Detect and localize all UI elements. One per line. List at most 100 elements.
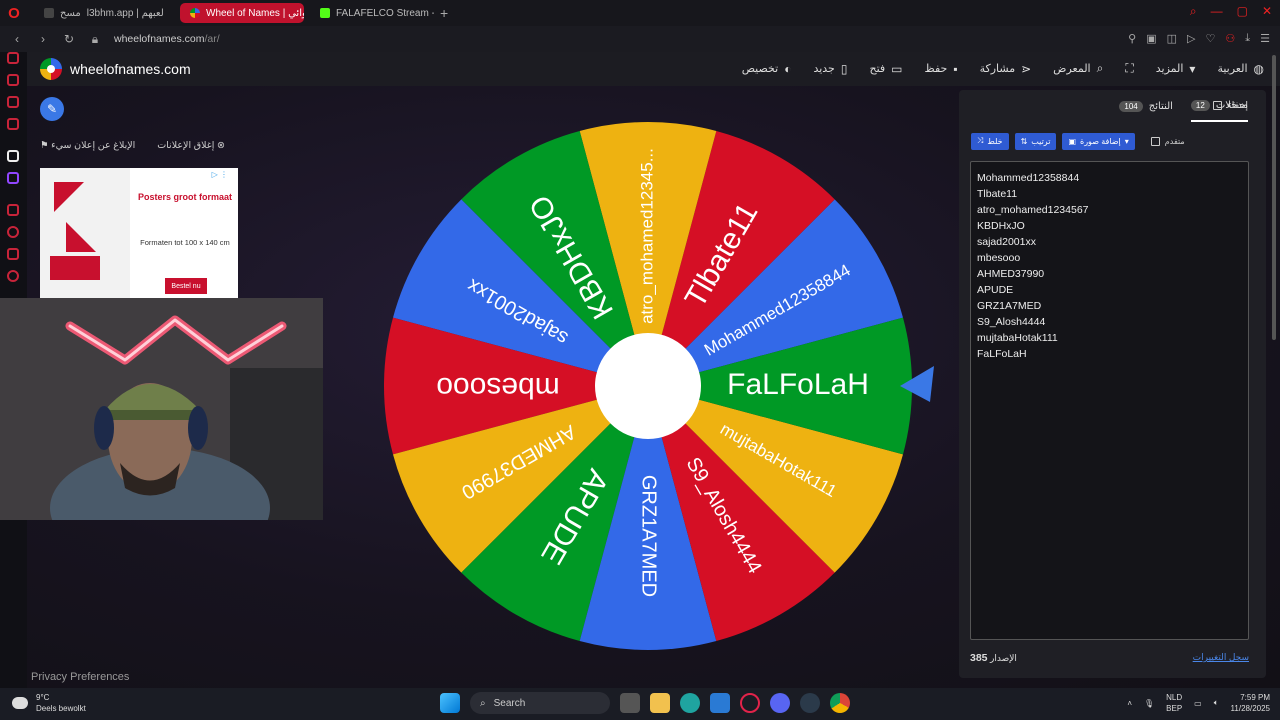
menu-save[interactable]: ▪ حفظ [925,61,958,76]
site-title[interactable]: wheelofnames.com [70,61,191,77]
heart-icon[interactable]: ♡ [1206,32,1216,45]
sort-icon: ⇅ [1020,136,1028,146]
tab-wheel-of-names[interactable]: Wheel of Names | عشوائي [180,3,304,23]
tab-l3bhm[interactable]: مسح l3bhm.app | لعبهم [34,3,174,23]
wheel-container[interactable]: Mohammed12358844 Tlbate11 atro_mohamed1234… [376,114,936,659]
menu-customize[interactable]: ◐ تخصيص [742,61,792,76]
sidebar-app-icon[interactable] [7,150,19,162]
entries-count-badge: 12 [1190,99,1210,111]
report-ad-link[interactable]: ⚑ الإبلاغ عن إعلان سيء [40,140,135,151]
taskbar-apps: ⌕ Search [440,692,850,714]
menu-fullscreen[interactable]: ⛶ [1125,61,1133,76]
download-icon[interactable]: ⤓ [1245,32,1250,45]
wheel-center-button[interactable] [595,333,701,439]
menu-language[interactable]: ◍ العربية [1217,61,1264,76]
ad-title: Posters groot formaat [137,192,233,202]
menu-more[interactable]: ▾ المزيد [1156,61,1196,76]
forward-icon[interactable]: › [34,32,52,46]
changelog-link[interactable]: سجل التغييرات [1193,652,1249,664]
edit-pencil-button[interactable]: ✎ [40,97,64,121]
chevron-up-icon[interactable]: ˄ [1127,699,1132,708]
wheel-segment-label: atro_mohamed12345... [637,148,656,324]
sort-button[interactable]: ⇅ ترتيب [1014,132,1057,150]
opera-gx-icon[interactable] [740,693,760,713]
menu-share[interactable]: ⋖ مشاركة [980,61,1032,76]
chrome-icon[interactable] [830,693,850,713]
checkbox-box[interactable] [1150,136,1160,146]
network-icon[interactable]: ▭ [1194,699,1202,708]
file-explorer-icon[interactable] [650,693,670,713]
back-icon[interactable]: ‹ [8,32,26,46]
shuffle-button[interactable]: ⤨ خلط [971,132,1009,150]
close-ads-link[interactable]: إغلاق الإعلانات ⊗ [157,140,225,151]
clock[interactable]: 7:59 PM 11/28/2025 [1231,692,1270,714]
list-item: S9_Alosh4444 [977,316,1046,328]
add-image-button[interactable]: ▣ إضافة صورة ▾ [1062,132,1135,150]
advertisement[interactable]: ▷ ⋮ Posters groot formaat Formaten tot 1… [40,168,238,298]
mic-icon[interactable]: 🎙︎ [1144,699,1154,708]
sidebar-app-icon[interactable] [7,52,19,64]
version-label: الإصدار [990,653,1017,663]
version-number: 385 [970,652,988,664]
close-ads-label: إغلاق الإعلانات [157,140,215,151]
snapshot-icon[interactable]: ▣ [1146,32,1156,45]
history-icon[interactable] [7,226,19,238]
chevron-down-icon: ▾ [1124,136,1129,146]
profile-icon[interactable]: ⚇ [1225,32,1235,45]
input-language[interactable]: NLD BEP [1166,692,1182,714]
play-icon[interactable]: ▷ [1187,32,1195,45]
settings-icon[interactable] [7,270,19,282]
twitch-icon[interactable] [7,172,19,184]
menu-new[interactable]: ▯ جديد [813,61,847,76]
edge-icon[interactable] [680,693,700,713]
entries-textarea[interactable]: Mohammed12358844 Tlbate11 atro_mohamed12… [970,161,1249,640]
tab-favicon-icon [44,8,54,18]
task-view-icon[interactable] [620,693,640,713]
checkbox-box[interactable] [1213,101,1223,110]
menu-icon[interactable]: ☰ [1260,32,1270,45]
bookmark-icon[interactable]: ⚲ [1128,32,1136,45]
hide-checkbox[interactable]: إخفاء [1213,100,1248,111]
url-field[interactable]: wheelofnames.com/ar/ [114,33,220,45]
new-tab-button[interactable]: + [440,5,448,21]
tab-results[interactable]: النتائج 104 [1119,90,1173,122]
pencil-icon: ✎ [46,102,58,116]
opera-logo-icon[interactable]: O [0,0,28,26]
sidebar-app-icon[interactable] [7,96,19,108]
sidebar-app-icon[interactable] [7,204,19,216]
ad-order-button[interactable]: Bestel nu [165,278,207,294]
sidebar-app-icon[interactable] [7,118,19,130]
windows-start-icon[interactable] [440,693,460,713]
wheel-favicon-icon [190,8,200,18]
tab-label: Wheel of Names | عشوائي [206,7,304,19]
sidebar-app-icon[interactable] [7,74,19,86]
steam-icon[interactable] [800,693,820,713]
tab-label: l3bhm.app | لعبهم [86,7,164,19]
menu-open[interactable]: ▭ فتح [869,61,902,76]
tab-falafelco[interactable]: FALAFELCO Stream - Wat [310,3,434,23]
maximize-icon[interactable]: ▢ [1237,4,1248,19]
weather-widget[interactable]: 9°C Deels bewolkt [12,692,86,714]
menu-gallery[interactable]: ⌕ المعرض [1053,61,1103,76]
list-item: GRZ1A7MED [977,300,1042,312]
search-tabs-icon[interactable]: ⌕ [1190,4,1197,19]
privacy-preferences-link[interactable]: Privacy Preferences [31,671,129,683]
wallet-icon[interactable]: ◫ [1167,32,1177,45]
wheel[interactable]: Mohammed12358844Tlbate11atro_mohamed1234… [376,114,936,659]
volume-icon[interactable]: 🔈︎ [1214,698,1219,708]
wheel-logo-icon[interactable] [40,58,62,80]
taskbar-search[interactable]: ⌕ Search [470,692,610,714]
sidebar-app-icon[interactable] [7,248,19,260]
minimize-icon[interactable]: — [1211,4,1223,19]
page-scrollbar[interactable] [1272,55,1276,340]
reload-icon[interactable]: ↻ [60,32,78,46]
time: 7:59 PM [1240,693,1270,702]
close-icon[interactable]: ✕ [1262,4,1272,19]
tab-label: FALAFELCO Stream - Wat [336,7,434,19]
store-icon[interactable] [710,693,730,713]
list-item: KBDHxJO [977,220,1025,232]
weather-desc: Deels bewolkt [36,704,86,713]
advanced-checkbox[interactable]: متقدم [1150,136,1185,146]
ad-choices-icon[interactable]: ▷ ⋮ [212,170,228,179]
discord-icon[interactable] [770,693,790,713]
